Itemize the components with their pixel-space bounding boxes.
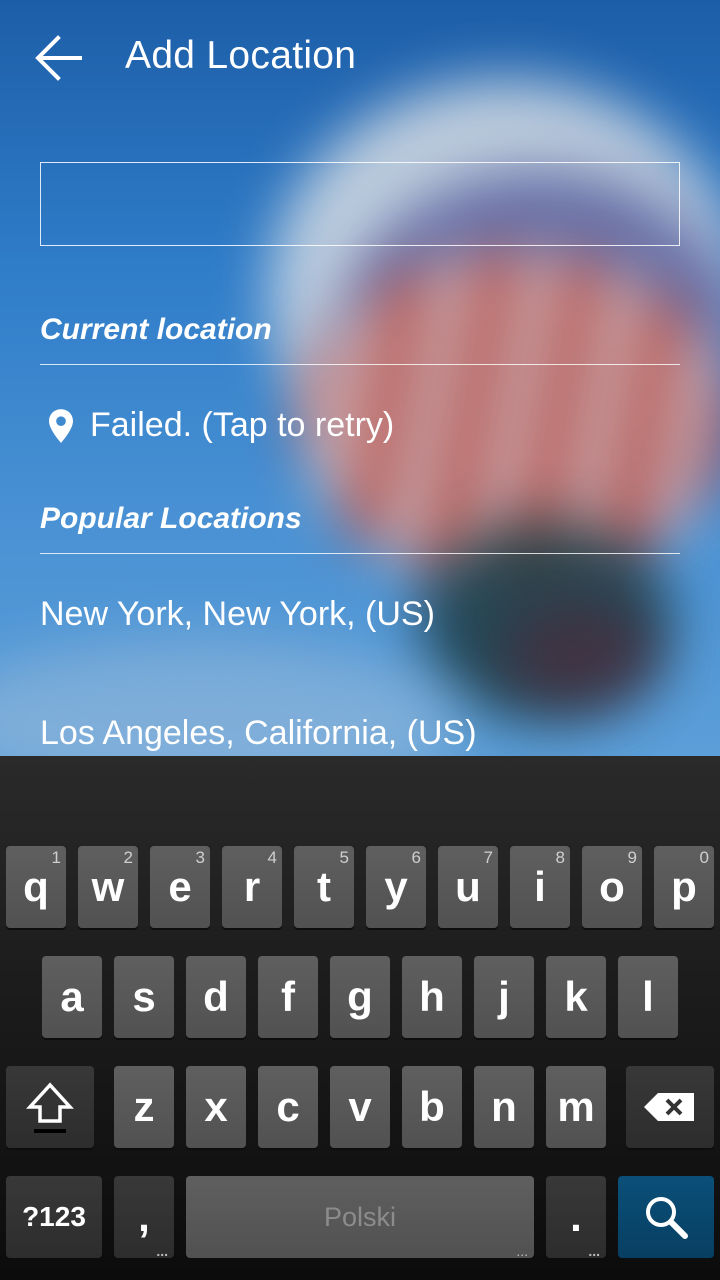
key-c[interactable]: c	[258, 1066, 318, 1148]
key-label: o	[599, 863, 625, 910]
background-balloon-shadow	[500, 600, 660, 710]
key-hint: 0	[699, 848, 709, 867]
divider	[40, 553, 680, 554]
location-pin-icon	[49, 409, 73, 443]
key-x[interactable]: x	[186, 1066, 246, 1148]
key-m[interactable]: m	[546, 1066, 606, 1148]
key-k[interactable]: k	[546, 956, 606, 1038]
key-label: j	[498, 973, 510, 1020]
key-label: a	[60, 973, 84, 1020]
key-label: b	[419, 1083, 445, 1130]
search-key[interactable]	[618, 1176, 714, 1258]
key-label: m	[557, 1083, 595, 1130]
key-s[interactable]: s	[114, 956, 174, 1038]
period-key-label: .	[570, 1193, 582, 1240]
key-g[interactable]: g	[330, 956, 390, 1038]
key-label: p	[671, 863, 697, 910]
key-label: c	[276, 1083, 300, 1130]
location-item-new-york[interactable]: New York, New York, (US)	[40, 595, 435, 634]
space-key[interactable]: Polski...	[186, 1176, 534, 1258]
shift-icon	[26, 1082, 74, 1133]
key-hint: 3	[195, 848, 205, 867]
key-label: f	[281, 973, 295, 1020]
retry-location-button[interactable]: Failed. (Tap to retry)	[90, 406, 394, 445]
more-dots: ...	[588, 1243, 600, 1259]
key-h[interactable]: h	[402, 956, 462, 1038]
key-n[interactable]: n	[474, 1066, 534, 1148]
divider	[40, 364, 680, 365]
backspace-key[interactable]	[626, 1066, 714, 1148]
symbols-key[interactable]: ?123	[6, 1176, 102, 1258]
key-l[interactable]: l	[618, 956, 678, 1038]
key-label: i	[534, 863, 546, 910]
key-label: t	[317, 863, 331, 910]
key-j[interactable]: j	[474, 956, 534, 1038]
soft-keyboard: ?123 ,... Polski... .... q1w2e3r4t5y6u7i…	[0, 756, 720, 1280]
key-d[interactable]: d	[186, 956, 246, 1038]
key-label: u	[455, 863, 481, 910]
app-screen: Add Location Current location Failed. (T…	[0, 0, 720, 756]
key-v[interactable]: v	[330, 1066, 390, 1148]
key-label: d	[203, 973, 229, 1020]
key-label: v	[348, 1083, 372, 1130]
key-b[interactable]: b	[402, 1066, 462, 1148]
key-w[interactable]: w2	[78, 846, 138, 928]
key-label: w	[91, 863, 125, 910]
key-hint: 1	[51, 848, 61, 867]
key-hint: 7	[483, 848, 493, 867]
current-location-heading: Current location	[40, 313, 272, 346]
key-label: x	[204, 1083, 228, 1130]
search-icon	[646, 1197, 688, 1239]
comma-key-label: ,	[138, 1193, 150, 1240]
popular-locations-heading: Popular Locations	[40, 502, 302, 535]
page-title: Add Location	[125, 34, 357, 77]
key-u[interactable]: u7	[438, 846, 498, 928]
key-label: e	[168, 863, 192, 910]
more-dots: ...	[156, 1243, 168, 1259]
key-y[interactable]: y6	[366, 846, 426, 928]
key-e[interactable]: e3	[150, 846, 210, 928]
key-z[interactable]: z	[114, 1066, 174, 1148]
period-key[interactable]: ....	[546, 1176, 606, 1258]
key-f[interactable]: f	[258, 956, 318, 1038]
comma-key[interactable]: ,...	[114, 1176, 174, 1258]
key-label: q	[23, 863, 49, 910]
location-search-input[interactable]	[41, 163, 679, 245]
key-label: k	[564, 973, 588, 1020]
toolbar: Add Location	[0, 0, 720, 116]
key-label: l	[642, 973, 654, 1020]
key-hint: 8	[555, 848, 565, 867]
key-hint: 6	[411, 848, 421, 867]
symbols-key-label: ?123	[22, 1201, 86, 1232]
key-hint: 4	[267, 848, 277, 867]
key-label: n	[491, 1083, 517, 1130]
key-label: z	[133, 1083, 155, 1130]
backspace-icon	[644, 1093, 694, 1121]
back-arrow-icon	[35, 35, 82, 81]
space-key-label: Polski	[323, 1201, 397, 1232]
key-hint: 5	[339, 848, 349, 867]
key-r[interactable]: r4	[222, 846, 282, 928]
key-hint: 9	[627, 848, 637, 867]
key-label: g	[347, 973, 373, 1020]
key-label: h	[419, 973, 445, 1020]
search-box[interactable]	[40, 162, 680, 246]
back-button[interactable]	[28, 28, 88, 88]
key-label: y	[384, 863, 408, 910]
more-dots: ...	[516, 1243, 528, 1259]
key-t[interactable]: t5	[294, 846, 354, 928]
shift-key[interactable]	[6, 1066, 94, 1148]
key-label: r	[243, 863, 261, 910]
location-item-los-angeles[interactable]: Los Angeles, California, (US)	[40, 714, 477, 753]
key-hint: 2	[123, 848, 133, 867]
key-p[interactable]: p0	[654, 846, 714, 928]
key-i[interactable]: i8	[510, 846, 570, 928]
key-label: s	[132, 973, 156, 1020]
key-q[interactable]: q1	[6, 846, 66, 928]
key-o[interactable]: o9	[582, 846, 642, 928]
key-a[interactable]: a	[42, 956, 102, 1038]
